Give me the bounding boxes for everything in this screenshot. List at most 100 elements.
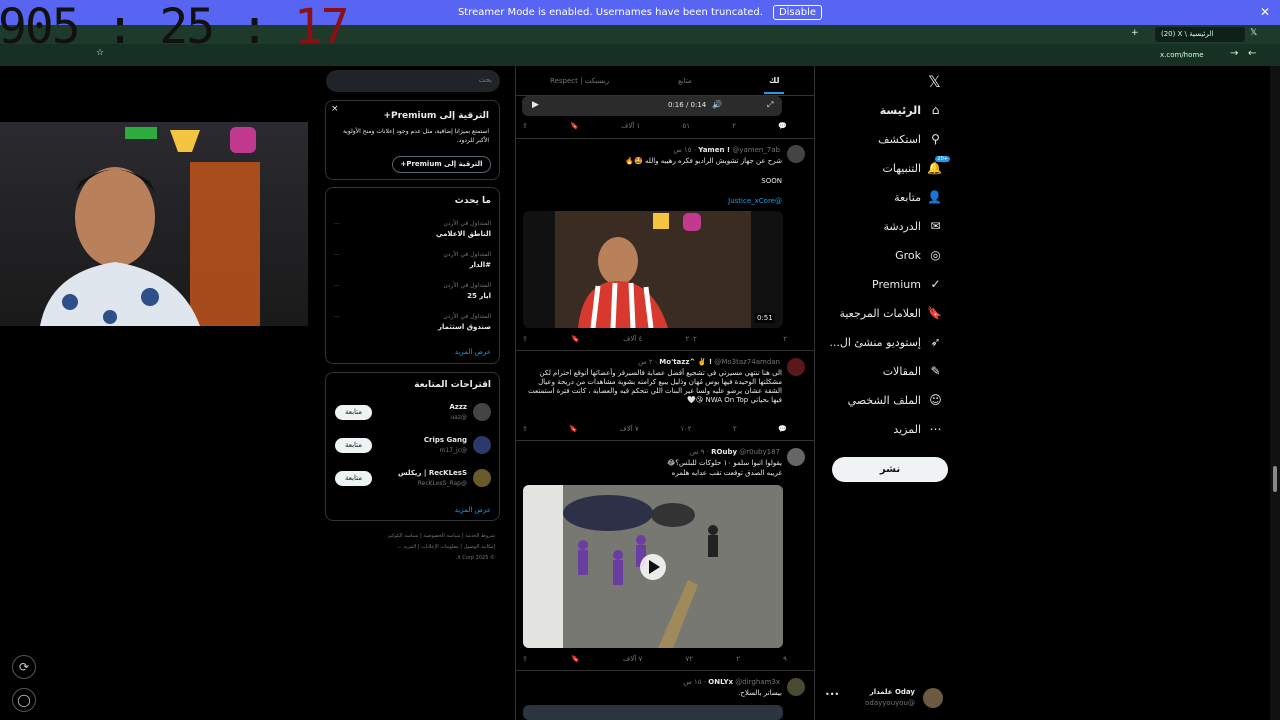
search-input[interactable]: بحث xyxy=(479,76,492,84)
suggestion-name[interactable]: Azzz xyxy=(449,403,467,411)
follow-button[interactable]: متابعة xyxy=(335,471,372,486)
sidebar-item-label: التنبيهات xyxy=(882,162,921,175)
trend-name[interactable]: الناطق الاعلامي xyxy=(436,230,491,238)
close-icon[interactable]: ✕ xyxy=(1260,5,1270,19)
sidebar-item-1[interactable]: ⚲ استكشف xyxy=(878,133,942,147)
follow-button[interactable]: متابعة xyxy=(335,405,372,420)
sidebar-item-0[interactable]: ⌂ الرئيسة xyxy=(880,104,942,118)
like-count[interactable]: ٢٠٢ xyxy=(685,335,696,343)
url-field[interactable]: x.com/home xyxy=(1160,51,1204,59)
reply-icon[interactable]: 💬 xyxy=(778,122,787,130)
views-count: ٧ آلاف xyxy=(619,425,639,433)
reply-count[interactable]: ٩ xyxy=(783,655,787,663)
chat-icon[interactable]: ◯ xyxy=(12,688,36,712)
suggestion-name[interactable]: Crips Gang xyxy=(424,436,467,444)
footer-link[interactable]: شروط الخدمة xyxy=(465,533,495,539)
account-name: Oday علمدار xyxy=(869,688,915,696)
sidebar-item-7[interactable]: 🔖 العلامات المرجعية xyxy=(839,306,942,321)
more-icon[interactable]: ··· xyxy=(334,314,340,321)
show-more-link[interactable]: عرض المزيد xyxy=(455,506,491,514)
scrollbar[interactable] xyxy=(1270,66,1280,720)
trend-name[interactable]: #الدار xyxy=(470,261,491,269)
more-icon[interactable]: ··· xyxy=(334,252,340,259)
follow-button[interactable]: متابعة xyxy=(335,438,372,453)
sidebar-item-6[interactable]: ✓ Premium xyxy=(872,278,942,292)
avatar xyxy=(787,358,805,376)
new-tab-icon[interactable]: + xyxy=(1131,28,1139,38)
scrollbar-thumb[interactable] xyxy=(1273,466,1277,492)
fullscreen-icon[interactable]: ⤢ xyxy=(767,100,773,110)
tab-following[interactable]: متابع xyxy=(678,77,692,85)
repost-count[interactable]: ٢ xyxy=(736,655,740,663)
bookmark-icon[interactable]: 🔖 xyxy=(569,425,578,433)
refresh-icon[interactable]: ⟳ xyxy=(12,655,36,679)
like-count[interactable]: ٥١ xyxy=(682,122,690,130)
like-count[interactable]: ١٠٢ xyxy=(680,425,691,433)
footer-link[interactable]: سياسة الكوكيز xyxy=(388,533,419,539)
post-button[interactable]: نشر xyxy=(832,457,948,482)
tweet-video[interactable] xyxy=(523,485,783,648)
disable-button[interactable]: Disable xyxy=(772,5,823,20)
premium-card: × الترقية إلى Premium+ استمتع بميزانا إض… xyxy=(325,100,500,180)
browser-tab[interactable]: (20) X \ الرئيسية xyxy=(1155,27,1245,42)
footer-link[interactable]: معلومات الإعلانات xyxy=(421,544,459,550)
share-icon[interactable]: ⇪ xyxy=(522,122,528,130)
bookmark-icon[interactable]: 🔖 xyxy=(570,122,579,130)
sidebar-item-8[interactable]: ➶ إستوديو منشئ ال... xyxy=(829,336,942,350)
tab-community[interactable]: Respect | ريسبكت xyxy=(550,77,609,85)
sidebar-item-3[interactable]: 👤 متابعة xyxy=(894,190,942,205)
volume-icon[interactable]: 🔊 xyxy=(712,100,722,109)
premium-button[interactable]: الترقية إلى Premium+ xyxy=(392,156,491,173)
video-thumbnail xyxy=(523,485,783,648)
tab-for-you[interactable]: لك xyxy=(769,76,779,85)
forward-icon[interactable]: → xyxy=(1230,48,1238,59)
share-icon[interactable]: ⇪ xyxy=(522,655,528,663)
views-count: ٧ آلاف xyxy=(623,655,643,663)
repost-count[interactable]: ٢ xyxy=(732,122,736,130)
sidebar-item-label: المزيد xyxy=(893,423,921,436)
trend-name[interactable]: ايار 25 xyxy=(467,292,491,300)
bookmark-icon[interactable]: 🔖 xyxy=(571,655,580,663)
sidebar-item-label: إستوديو منشئ ال... xyxy=(829,336,921,349)
divider xyxy=(515,138,815,139)
sidebar-item-10[interactable]: ☺ الملف الشخصي xyxy=(848,394,942,408)
footer-link[interactable]: إمكانية الوصول xyxy=(464,544,495,550)
close-icon[interactable]: × xyxy=(331,104,339,114)
bookmark-icon[interactable]: 🔖 xyxy=(571,335,580,343)
sidebar-item-5[interactable]: ◎ Grok xyxy=(895,248,942,263)
x-logo[interactable]: 𝕏 xyxy=(928,72,941,91)
footer-link[interactable]: المزيد ... xyxy=(397,544,416,550)
share-icon[interactable]: ⇪ xyxy=(522,425,528,433)
webcam-picture xyxy=(0,122,308,326)
footer-link[interactable]: سياسة الخصوصية xyxy=(423,533,460,539)
play-icon[interactable]: ▶ xyxy=(532,100,539,110)
grok-icon: ◎ xyxy=(930,248,941,262)
x-logo-icon: 𝕏 xyxy=(1250,28,1258,38)
account-switcher[interactable]: Oday علمدار @odayyouyou ••• xyxy=(823,686,945,710)
show-more-link[interactable]: عرض المزيد xyxy=(455,348,491,356)
more-icon[interactable]: ··· xyxy=(334,221,340,228)
trend-name[interactable]: صندوق استثمار xyxy=(438,323,491,331)
like-count[interactable]: ٧٢ xyxy=(685,655,693,663)
sidebar-item-9[interactable]: ✎ المقالات xyxy=(883,365,942,379)
video-player[interactable]: ▶ 0:16 / 0:14 🔊 ⤢ xyxy=(522,96,782,116)
sidebar-item-2[interactable]: 🔔 التنبيهات +20 xyxy=(882,156,950,175)
active-tab-indicator xyxy=(764,92,784,94)
tweet-media[interactable] xyxy=(523,705,783,720)
more-icon[interactable]: ••• xyxy=(825,690,839,699)
video-duration: 0:51 xyxy=(755,313,775,323)
suggestion-name[interactable]: RecKLesS | ريكلس xyxy=(398,469,467,477)
tweet-video[interactable]: 0:51 xyxy=(523,211,783,328)
tweet-mention[interactable]: @Justice_xCore xyxy=(728,197,782,206)
reply-count[interactable]: ٢ xyxy=(783,335,787,343)
reply-icon[interactable]: 💬 xyxy=(778,425,787,433)
back-icon[interactable]: ← xyxy=(1248,48,1256,59)
search-box[interactable]: بحث xyxy=(326,70,500,92)
bookmark-icon: 🔖 xyxy=(927,306,942,320)
share-icon[interactable]: ⇪ xyxy=(522,335,528,343)
more-icon[interactable]: ··· xyxy=(334,283,340,290)
sidebar-item-11[interactable]: ⋯ المزيد xyxy=(893,423,942,437)
follow-icon: 👤 xyxy=(927,190,942,204)
sidebar-item-4[interactable]: ✉ الدردشة xyxy=(883,220,942,234)
repost-count[interactable]: ٢ xyxy=(733,425,737,433)
